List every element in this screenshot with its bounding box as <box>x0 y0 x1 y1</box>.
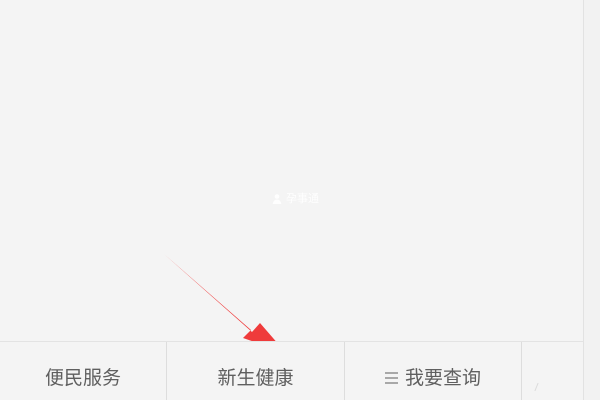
nav-item-label: 便民服务 <box>44 366 121 389</box>
nav-item-query[interactable]: 我要查询 <box>345 342 522 400</box>
nav-item-convenience-services[interactable]: 便民服务 <box>0 342 167 400</box>
bottom-navigation: 便民服务 新生健康 我要查询 <box>0 341 583 400</box>
nav-item-label: 我要查询 <box>404 366 481 389</box>
mobile-webview-screen: 孕事通 便民服务 新生健康 我要查询 <box>0 0 600 400</box>
nav-item-query-content: 我要查询 <box>384 366 481 389</box>
scroll-gutter <box>583 0 600 400</box>
menu-icon <box>384 372 398 384</box>
menu-icon-line <box>384 382 398 384</box>
nav-item-newborn-health[interactable]: 新生健康 <box>167 342 345 400</box>
menu-icon-line <box>384 372 398 374</box>
main-content-area <box>0 0 583 341</box>
menu-icon-line <box>384 377 398 379</box>
nav-item-label: 新生健康 <box>217 366 294 389</box>
nav-item-overflow[interactable] <box>522 342 583 400</box>
